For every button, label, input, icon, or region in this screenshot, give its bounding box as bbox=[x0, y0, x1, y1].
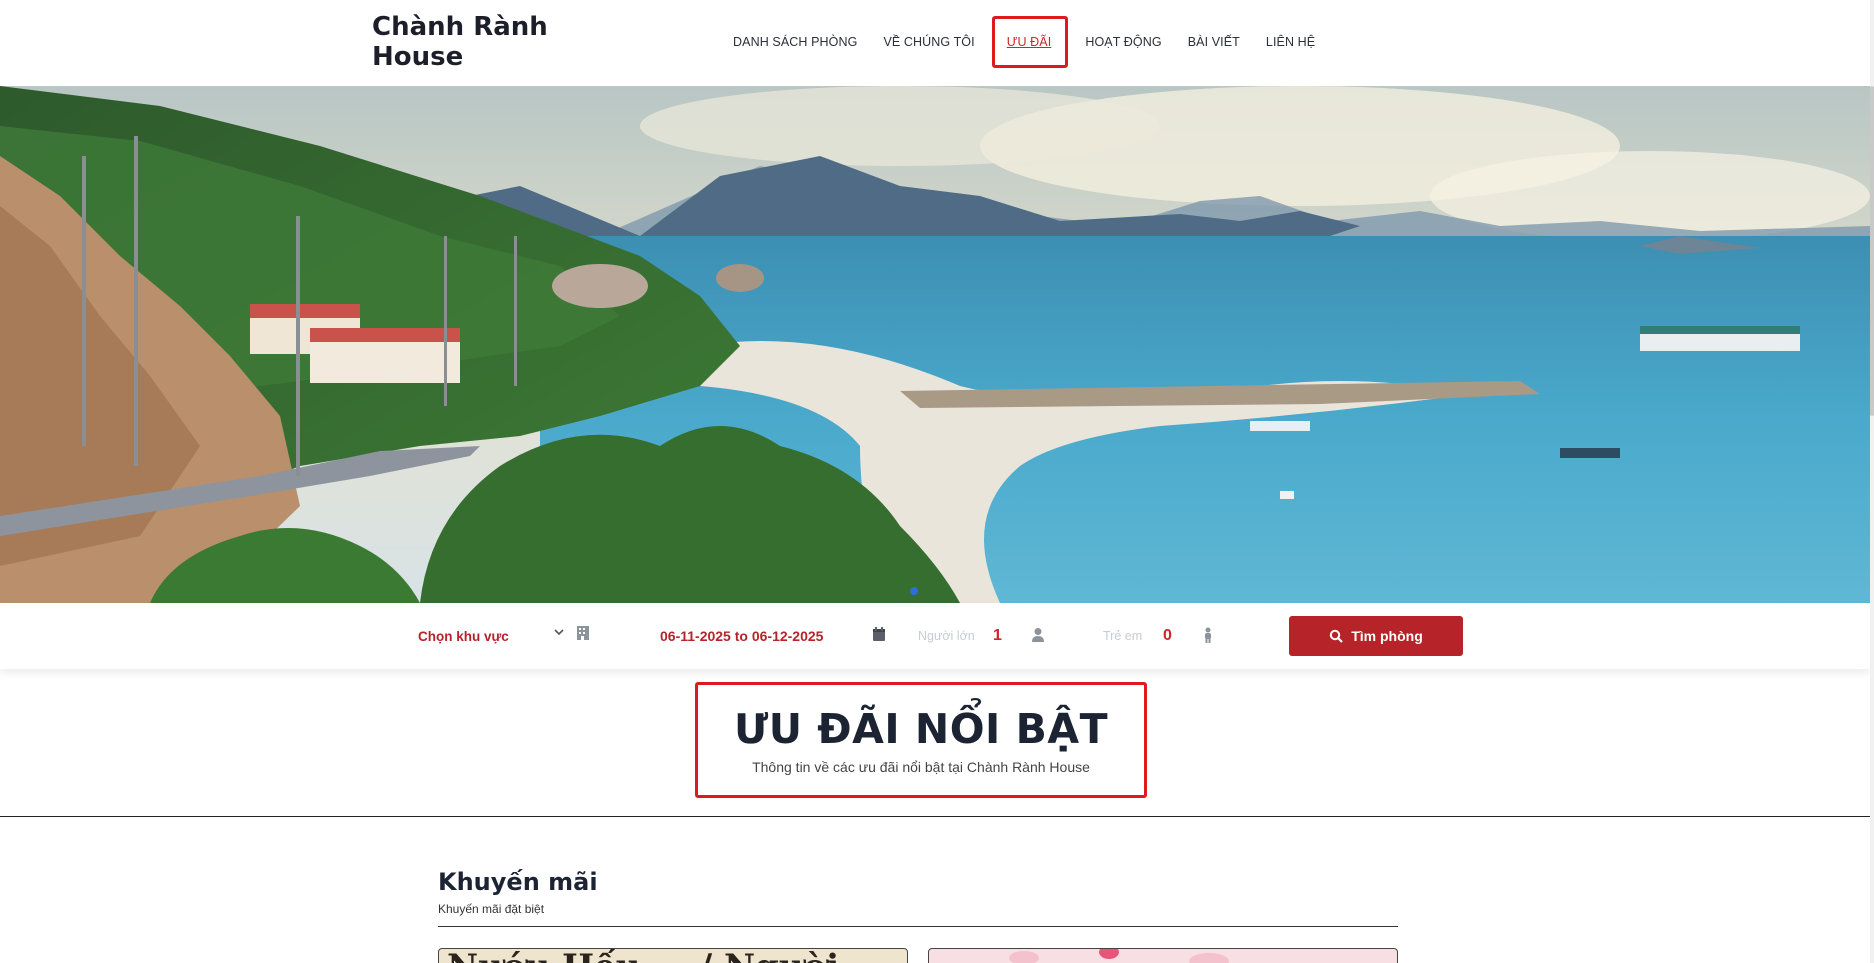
adults-count-input[interactable]: 1 bbox=[993, 603, 1002, 669]
hero-slide-dot[interactable] bbox=[910, 587, 918, 595]
region-select[interactable]: Chọn khu vực bbox=[418, 603, 593, 669]
page: Chành Rành House DANH SÁCH PHÒNG VỀ CHÚN… bbox=[0, 0, 1874, 963]
promotions-title: Khuyến mãi bbox=[438, 868, 598, 896]
nav-item-room-list[interactable]: DANH SÁCH PHÒNG bbox=[720, 35, 870, 49]
building-icon bbox=[577, 626, 589, 640]
nav-item-contact[interactable]: LIÊN HỆ bbox=[1253, 35, 1328, 49]
page-scrollbar-thumb[interactable] bbox=[1870, 86, 1874, 416]
promotions-subtitle: Khuyến mãi đặt biệt bbox=[438, 902, 545, 916]
promotions-header: Khuyến mãi Khuyến mãi đặt biệt bbox=[438, 868, 598, 916]
nav-item-activities[interactable]: HOẠT ĐỘNG bbox=[1072, 35, 1174, 49]
chevron-down-icon bbox=[554, 629, 564, 636]
promotion-card-decoration bbox=[1099, 949, 1119, 959]
brand-logo-text[interactable]: Chành Rành House bbox=[372, 12, 572, 72]
search-rooms-button-label: Tìm phòng bbox=[1351, 628, 1423, 644]
featured-offers-header: ƯU ĐÃI NỔI BẬT Thông tin về các ưu đãi n… bbox=[695, 682, 1147, 798]
children-label: Trẻ em bbox=[1103, 629, 1143, 643]
booking-search-bar: Chọn khu vực 06-11-2025 to 06-12-2025 Ng… bbox=[0, 603, 1870, 669]
promotions-divider bbox=[438, 926, 1398, 927]
date-range-input[interactable]: 06-11-2025 to 06-12-2025 bbox=[660, 603, 823, 669]
search-rooms-button[interactable]: Tìm phòng bbox=[1289, 616, 1463, 656]
promotion-card-decoration bbox=[1009, 951, 1039, 963]
page-title: ƯU ĐÃI NỔI BẬT bbox=[733, 705, 1109, 753]
nav-item-articles[interactable]: BÀI VIẾT bbox=[1175, 35, 1253, 49]
promotion-card-image-text: Nướu Hếu ... / Người bbox=[447, 949, 839, 963]
hero-slide-indicators bbox=[910, 587, 918, 595]
site-header: Chành Rành House DANH SÁCH PHÒNG VỀ CHÚN… bbox=[0, 0, 1870, 86]
nav-item-offers[interactable]: ƯU ĐÃI bbox=[991, 16, 1069, 68]
page-scrollbar[interactable] bbox=[1870, 0, 1874, 963]
section-divider bbox=[0, 816, 1870, 817]
child-icon bbox=[1205, 627, 1211, 643]
region-select-label: Chọn khu vực bbox=[418, 628, 509, 644]
promotion-card[interactable] bbox=[928, 948, 1398, 963]
promotion-card[interactable]: Nướu Hếu ... / Người bbox=[438, 948, 908, 963]
children-count-input[interactable]: 0 bbox=[1163, 603, 1172, 669]
calendar-icon[interactable] bbox=[872, 626, 886, 642]
nav-item-about-us[interactable]: VỀ CHÚNG TÔI bbox=[870, 35, 987, 49]
promotion-card-decoration bbox=[1189, 953, 1229, 963]
main-nav: DANH SÁCH PHÒNG VỀ CHÚNG TÔI ƯU ĐÃI HOẠT… bbox=[720, 14, 1328, 70]
search-icon bbox=[1330, 629, 1343, 643]
page-subtitle: Thông tin về các ưu đãi nổi bật tại Chàn… bbox=[752, 759, 1090, 775]
adults-label: Người lớn bbox=[918, 629, 975, 643]
user-icon bbox=[1032, 628, 1044, 642]
hero-banner[interactable] bbox=[0, 86, 1870, 603]
hero-landscape-image bbox=[0, 86, 1870, 603]
